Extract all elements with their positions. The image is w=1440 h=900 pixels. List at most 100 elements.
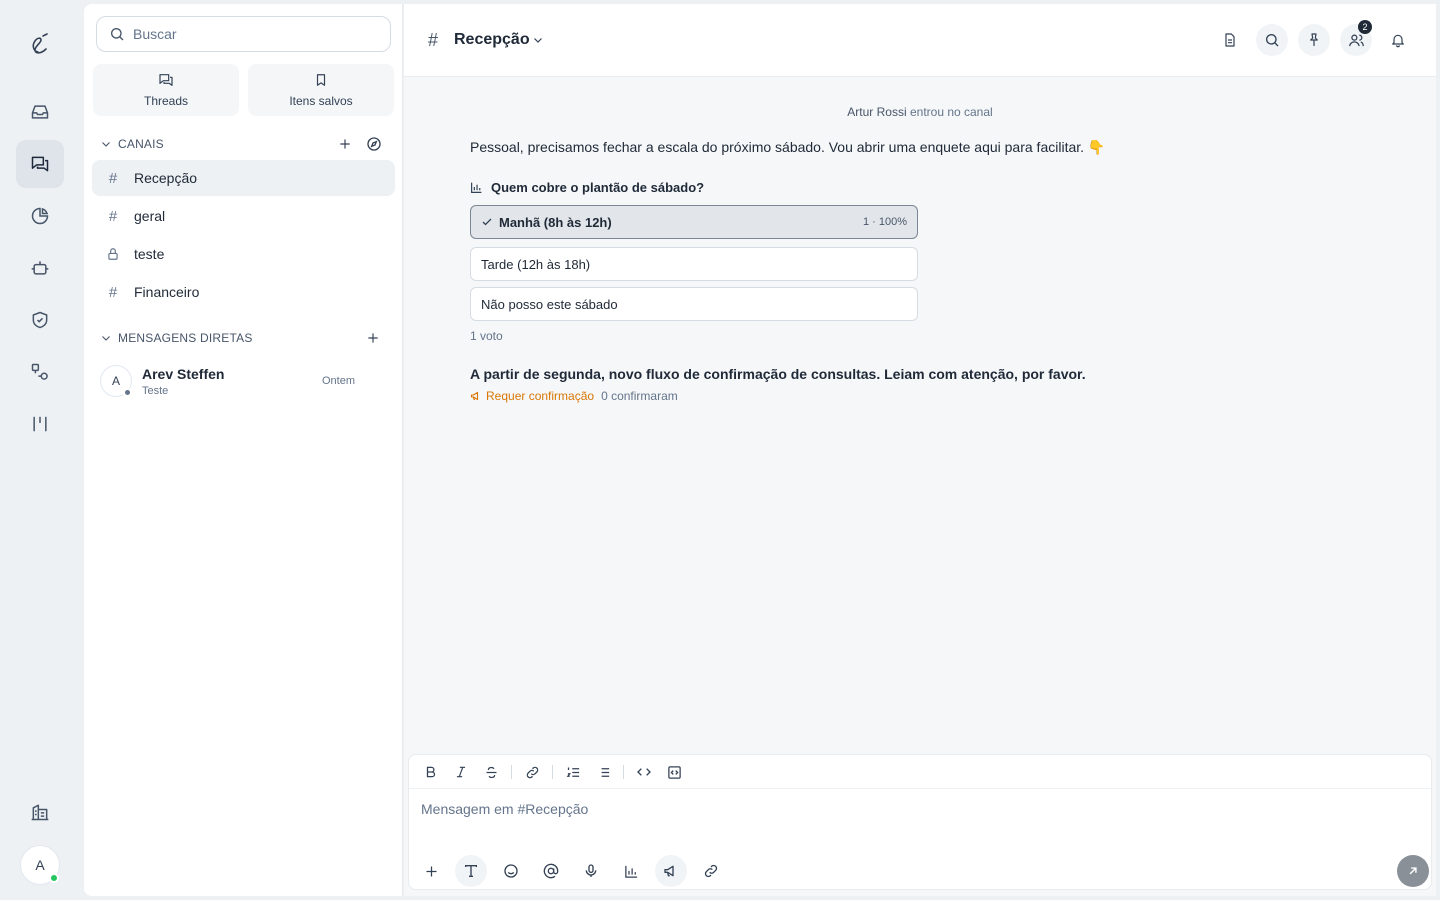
files-button[interactable] [1214,24,1246,56]
text-format-icon [465,865,477,877]
check-icon [481,216,493,228]
avatar-initial: A [35,857,45,873]
confirmations-count: 0 confirmaram [601,389,678,403]
direct-messages-section-header[interactable]: MENSAGENS DIRETAS [100,328,390,348]
pin-icon [1310,33,1318,46]
chat-icon[interactable] [16,140,64,188]
poll-option-label: Manhã (8h às 12h) [499,214,612,230]
channels-section-header[interactable]: CANAIS [100,134,390,154]
bullet-list-icon[interactable] [594,763,612,781]
analytics-icon[interactable] [16,192,64,240]
users-icon [1348,34,1364,46]
avatar-initial: A [111,374,120,388]
add-channel-button[interactable] [338,137,352,151]
dm-item-arev-steffen[interactable]: A Arev Steffen Teste Ontem [92,358,395,404]
join-user[interactable]: Artur Rossi [847,105,906,119]
requires-confirmation-button[interactable]: Requer confirmação [486,389,594,403]
shield-icon[interactable] [16,296,64,344]
bot-icon[interactable] [16,244,64,292]
notifications-button[interactable] [1382,24,1414,56]
search-channel-button[interactable] [1256,24,1288,56]
channel-sidebar: Buscar Threads Itens salvos CANAIS # Rec… [84,4,403,896]
document-icon [1225,33,1235,47]
link-icon [704,864,718,878]
megaphone-icon [664,865,674,877]
bar-chart-icon [471,182,482,193]
toolbar-divider [552,765,553,779]
channel-item-geral[interactable]: # geral [92,198,395,234]
bookmark-icon [316,74,326,86]
dm-preview: Teste [142,384,169,397]
poll-option-manha[interactable]: Manhã (8h às 12h) 1 · 100% [470,205,918,239]
channel-name: Financeiro [134,284,200,300]
channel-item-teste[interactable]: teste [92,236,395,272]
channel-view: # Recepção 2 Artur Rossi entrou no canal… [404,4,1436,896]
formatting-toggle-button[interactable] [455,855,487,887]
threads-label: Threads [143,94,189,108]
members-button[interactable]: 2 [1340,20,1372,56]
channel-header: # Recepção 2 [404,4,1436,77]
poll-option-nao-posso[interactable]: Não posso este sábado [470,287,918,321]
emoji-button[interactable] [495,855,527,887]
link-button[interactable] [695,855,727,887]
poll-button[interactable] [615,855,647,887]
threads-button[interactable]: Threads [93,64,239,116]
channel-title[interactable]: Recepção [454,31,530,49]
channels-title: CANAIS [118,137,164,151]
hash-icon: # [108,169,118,187]
message-text: Pessoal, precisamos fechar a escala do p… [470,139,1106,155]
send-arrow-icon [1409,867,1417,875]
saved-items-button[interactable]: Itens salvos [248,64,394,116]
strikethrough-icon[interactable] [482,763,500,781]
search-placeholder: Buscar [133,26,177,42]
channel-name: teste [134,246,165,262]
inbox-icon[interactable] [16,88,64,136]
ordered-list-icon[interactable] [564,763,582,781]
poll-option-tarde[interactable]: Tarde (12h às 18h) [470,247,918,281]
compass-icon [367,137,381,151]
join-text: entrou no canal [909,105,993,119]
announcement-button[interactable] [655,855,687,887]
chevron-down-icon[interactable] [532,34,544,46]
plus-icon [426,866,436,876]
app-rail: A [0,0,80,900]
smile-icon [504,864,518,878]
bold-icon[interactable] [422,763,440,781]
message-input[interactable]: Mensagem em #Recepção [421,801,588,817]
building-icon[interactable] [16,788,64,836]
link-icon[interactable] [523,763,541,781]
microphone-icon [585,864,597,877]
search-input[interactable]: Buscar [96,16,391,52]
browse-channels-button[interactable] [366,136,382,152]
attach-button[interactable] [415,855,447,887]
code-block-icon[interactable] [665,763,683,781]
pinned-button[interactable] [1298,24,1330,56]
announcement-text: A partir de segunda, novo fluxo de confi… [470,366,1086,382]
shapes-icon[interactable] [16,348,64,396]
send-button[interactable] [1397,855,1429,887]
search-icon [1266,34,1279,47]
hash-icon: # [108,207,118,225]
dms-title: MENSAGENS DIRETAS [118,331,253,345]
bell-icon [1392,34,1404,48]
acknowledgement-row: Requer confirmação 0 confirmaram [470,389,678,403]
plus-icon [340,139,350,149]
plus-icon [368,333,378,343]
message-composer: Mensagem em #Recepção [408,754,1432,890]
chevron-down-icon [102,336,110,341]
add-dm-button[interactable] [366,331,380,345]
hash-icon: # [428,30,439,50]
members-count-badge: 2 [1358,20,1372,34]
kanban-icon[interactable] [16,400,64,448]
channel-item-recepcao[interactable]: # Recepção [92,160,395,196]
voice-button[interactable] [575,855,607,887]
code-icon[interactable] [635,763,653,781]
threads-icon [159,74,173,86]
italic-icon[interactable] [452,763,470,781]
channel-item-financeiro[interactable]: # Financeiro [92,274,395,310]
user-avatar[interactable]: A [20,845,60,885]
mention-button[interactable] [535,855,567,887]
logo-icon[interactable] [16,20,64,68]
toolbar-divider [511,765,512,779]
bar-chart-icon [624,865,637,878]
